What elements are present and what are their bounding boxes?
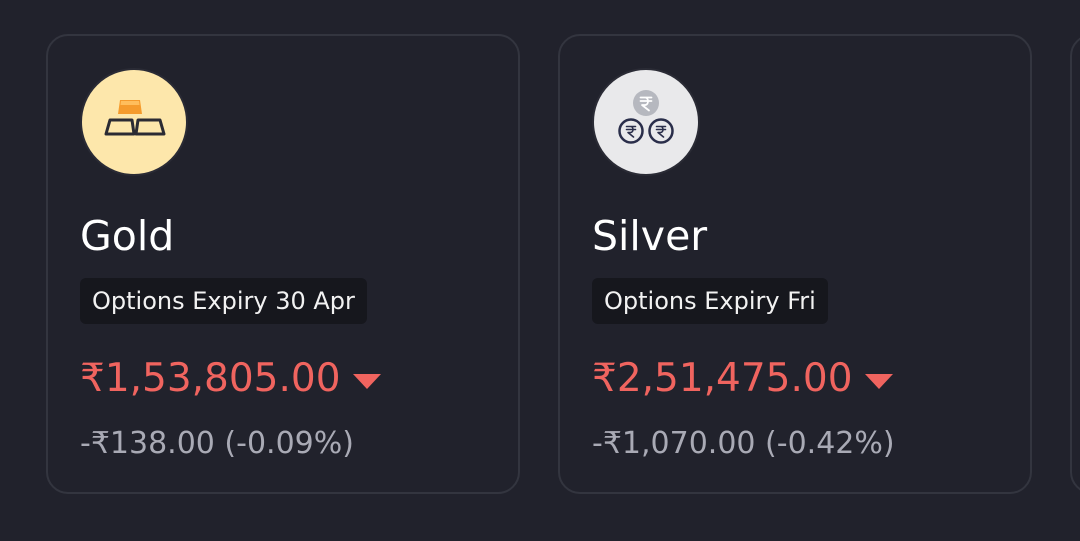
expiry-badge: Options Expiry Fri [592,278,828,324]
rupee-coins-icon [592,68,700,176]
price-value: ₹2,51,475.00 [592,356,853,401]
price-change: -₹138.00 (-0.09%) [80,426,354,461]
commodity-card-gold[interactable]: Gold Options Expiry 30 Apr ₹1,53,805.00 … [46,34,520,494]
price-row: ₹1,53,805.00 [80,354,381,404]
commodity-card-next[interactable] [1070,34,1080,494]
price-row: ₹2,51,475.00 [592,354,893,404]
price-value: ₹1,53,805.00 [80,356,341,401]
commodity-name: Silver [592,212,708,260]
caret-down-icon [864,373,893,389]
commodity-name: Gold [80,212,175,260]
price-change: -₹1,070.00 (-0.42%) [592,426,895,461]
gold-bars-icon [80,68,188,176]
expiry-badge: Options Expiry 30 Apr [80,278,367,324]
caret-down-icon [352,373,381,389]
commodity-card-silver[interactable]: Silver Options Expiry Fri ₹2,51,475.00 -… [558,34,1032,494]
